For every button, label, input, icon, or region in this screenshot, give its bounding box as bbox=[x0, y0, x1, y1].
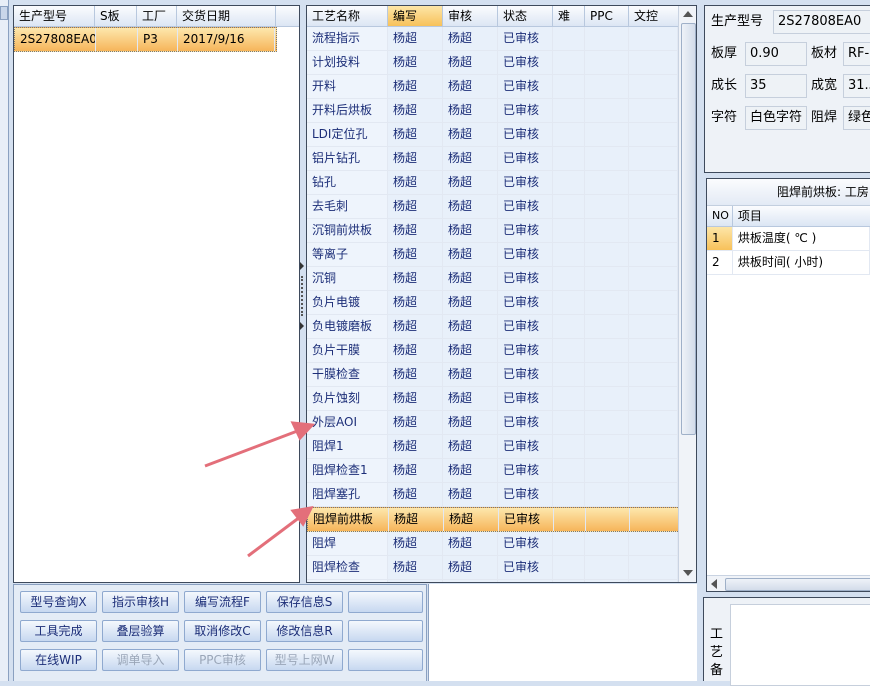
arrow-head-1 bbox=[290, 421, 316, 441]
annotation-arrows bbox=[204, 421, 316, 558]
arrow-line-1 bbox=[204, 428, 301, 468]
arrow-line-2 bbox=[247, 515, 301, 558]
